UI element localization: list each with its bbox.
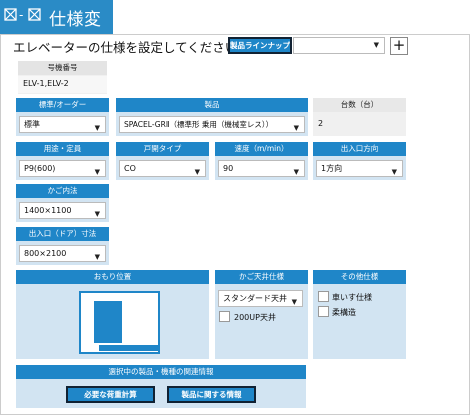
unit-count-value: 2 bbox=[313, 116, 406, 133]
ceiling-value: スタンダード天井 bbox=[223, 294, 287, 303]
ceiling-label: かご天井仕様 bbox=[215, 270, 308, 284]
usage-panel: 用途・定員 P9(600) ▼ bbox=[16, 142, 109, 180]
door-type-value: CO bbox=[124, 164, 136, 173]
chevron-down-icon: ▼ bbox=[94, 168, 100, 176]
cage-size-label: かご内法 bbox=[16, 184, 109, 198]
ceiling-panel: かご天井仕様 スタンダード天井 ▼ 200UP天井 bbox=[215, 270, 308, 359]
entrance-direction-label: 出入口方向 bbox=[313, 142, 406, 156]
product-value: SPACEL-GRⅡ（標準形 乗用（機械室レス）） bbox=[124, 120, 274, 129]
unit-count-panel: 台数（台） 2 bbox=[313, 98, 406, 136]
cage-size-select[interactable]: 1400×1100 ▼ bbox=[19, 202, 106, 219]
chevron-down-icon: ▼ bbox=[94, 124, 100, 132]
unit-count-label: 台数（台） bbox=[313, 98, 406, 112]
dash-separator: - bbox=[19, 8, 24, 22]
cage-size-value: 1400×1100 bbox=[24, 206, 72, 215]
chevron-down-icon: ▼ bbox=[194, 168, 200, 176]
usage-label: 用途・定員 bbox=[16, 142, 109, 156]
load-calc-button[interactable]: 必要な荷重計算 bbox=[66, 386, 155, 403]
chevron-down-icon: ▼ bbox=[291, 298, 297, 306]
seismic-checkbox[interactable] bbox=[318, 306, 329, 317]
speed-panel: 速度（m/min） 90 ▼ bbox=[215, 142, 308, 180]
entrance-direction-value: 1方向 bbox=[321, 164, 343, 173]
standard-order-panel: 標準/オーダー 標準 ▼ bbox=[16, 98, 109, 136]
door-type-select[interactable]: CO ▼ bbox=[119, 160, 206, 177]
cage-size-panel: かご内法 1400×1100 ▼ bbox=[16, 184, 109, 222]
door-size-value: 800×2100 bbox=[24, 249, 67, 258]
add-button[interactable]: + bbox=[390, 37, 408, 55]
speed-value: 90 bbox=[223, 164, 234, 173]
door-type-label: 戸開タイプ bbox=[116, 142, 209, 156]
door-size-select[interactable]: 800×2100 ▼ bbox=[19, 245, 106, 262]
related-info-label: 選択中の製品・機種の関連情報 bbox=[16, 365, 306, 379]
chevron-down-icon: ▼ bbox=[293, 168, 299, 176]
wheelchair-label: 車いす仕様 bbox=[332, 293, 372, 302]
product-info-button[interactable]: 製品に関する情報 bbox=[167, 386, 256, 403]
other-specs-label: その他仕様 bbox=[313, 270, 406, 284]
product-lineup-button[interactable]: 製品ラインナップ bbox=[228, 37, 292, 54]
machine-number-value: ELV-1,ELV-2 bbox=[18, 76, 107, 93]
seismic-label: 柔構造 bbox=[332, 308, 356, 317]
standard-order-select[interactable]: 標準 ▼ bbox=[19, 116, 106, 133]
usage-select[interactable]: P9(600) ▼ bbox=[19, 160, 106, 177]
product-label: 製品 bbox=[116, 98, 308, 112]
product-lineup-select[interactable]: ▼ bbox=[293, 37, 385, 54]
door-type-panel: 戸開タイプ CO ▼ bbox=[116, 142, 209, 180]
instruction-text: エレベーターの仕様を設定してください。 bbox=[13, 40, 250, 55]
product-panel: 製品 SPACEL-GRⅡ（標準形 乗用（機械室レス）） ▼ bbox=[116, 98, 308, 136]
app-icon bbox=[4, 8, 17, 21]
door-size-panel: 出入口（ドア）寸法 800×2100 ▼ bbox=[16, 227, 109, 265]
product-select[interactable]: SPACEL-GRⅡ（標準形 乗用（機械室レス）） ▼ bbox=[119, 116, 305, 133]
chevron-down-icon: ▼ bbox=[373, 41, 379, 49]
ceiling-select[interactable]: スタンダード天井 ▼ bbox=[218, 290, 303, 307]
standard-order-value: 標準 bbox=[24, 120, 40, 129]
entrance-direction-panel: 出入口方向 1方向 ▼ bbox=[313, 142, 406, 180]
window-icon bbox=[28, 8, 41, 21]
chevron-down-icon: ▼ bbox=[94, 253, 100, 261]
counterweight-block[interactable] bbox=[94, 301, 122, 343]
door-size-label: 出入口（ドア）寸法 bbox=[16, 227, 109, 241]
machine-number-panel: 号機番号 ELV-1,ELV-2 bbox=[18, 61, 107, 94]
weight-position-label: おもり位置 bbox=[16, 270, 209, 284]
machine-number-label: 号機番号 bbox=[18, 61, 107, 75]
other-specs-panel: その他仕様 車いす仕様 柔構造 bbox=[313, 270, 406, 359]
usage-value: P9(600) bbox=[24, 164, 56, 173]
chevron-down-icon: ▼ bbox=[293, 124, 299, 132]
chevron-down-icon: ▼ bbox=[94, 210, 100, 218]
wheelchair-checkbox[interactable] bbox=[318, 291, 329, 302]
title-bar: - 仕様変更 bbox=[0, 0, 113, 55]
entrance-direction-select[interactable]: 1方向 ▼ bbox=[316, 160, 403, 177]
ceiling-200up-checkbox[interactable] bbox=[219, 311, 230, 322]
standard-order-label: 標準/オーダー bbox=[16, 98, 109, 112]
ceiling-200up-label: 200UP天井 bbox=[234, 313, 276, 322]
cage-front-bar bbox=[99, 345, 159, 351]
speed-select[interactable]: 90 ▼ bbox=[218, 160, 305, 177]
speed-label: 速度（m/min） bbox=[215, 142, 308, 156]
related-info-panel: 選択中の製品・機種の関連情報 bbox=[16, 365, 306, 408]
chevron-down-icon: ▼ bbox=[391, 168, 397, 176]
